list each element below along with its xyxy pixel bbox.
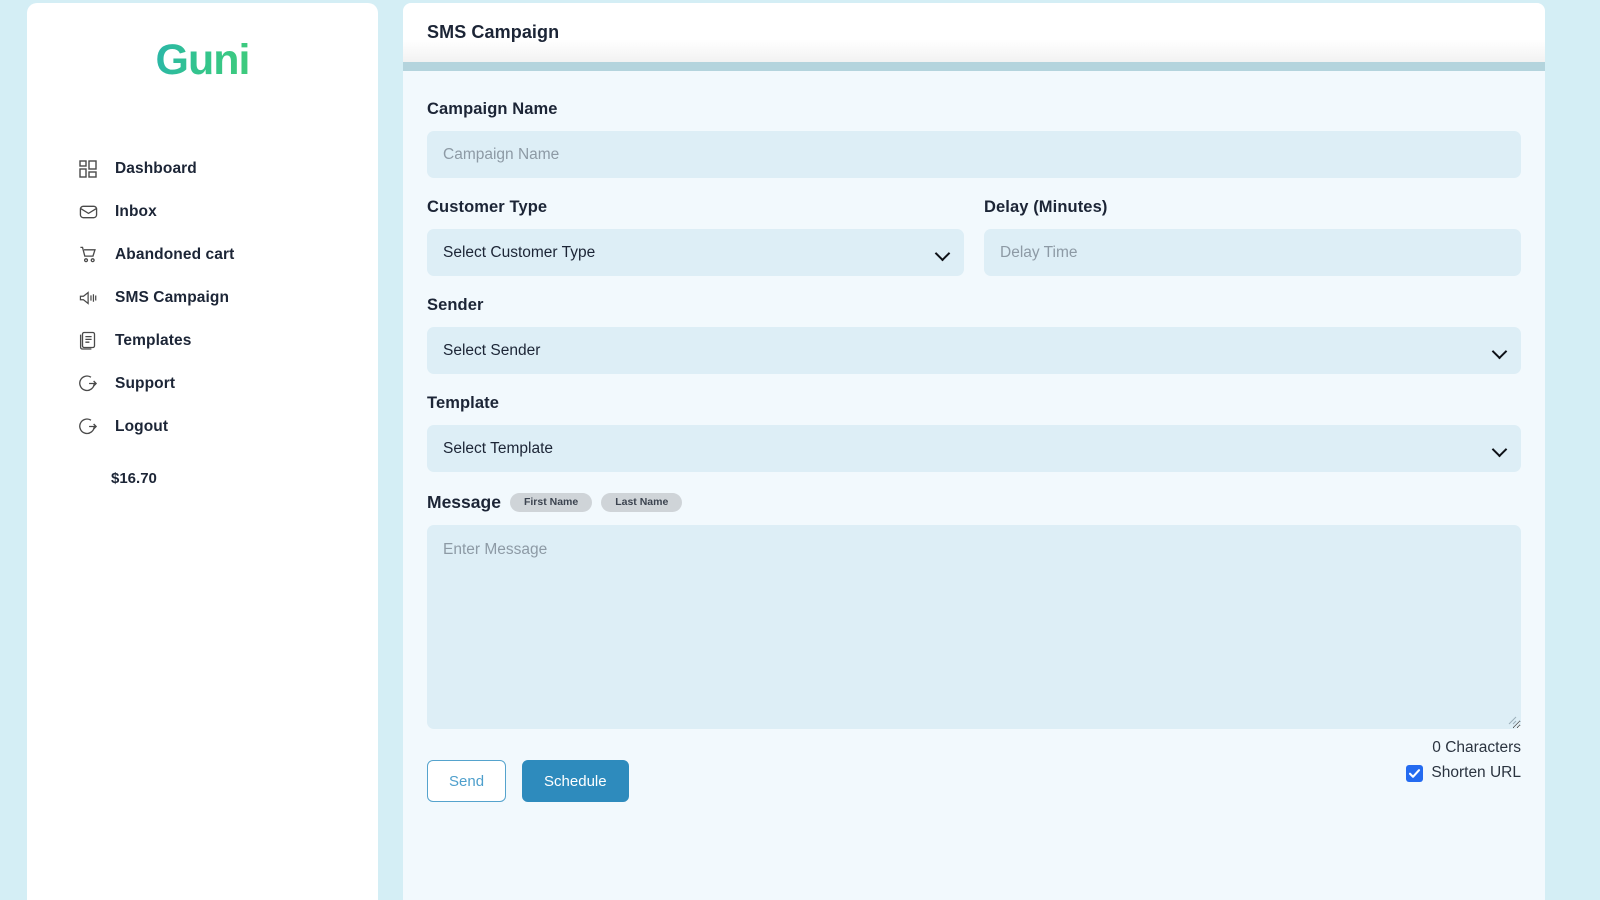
customer-type-delay-row: Customer Type Select Customer Type Delay… <box>427 198 1521 276</box>
account-balance: $16.70 <box>27 470 378 487</box>
sidebar-item-label: SMS Campaign <box>115 289 229 307</box>
delay-label: Delay (Minutes) <box>984 198 1521 217</box>
sidebar-item-sms-campaign[interactable]: SMS Campaign <box>27 276 378 319</box>
sidebar-item-logout[interactable]: Logout <box>27 405 378 448</box>
sidebar-item-templates[interactable]: Templates <box>27 319 378 362</box>
campaign-name-field: Campaign Name <box>427 100 1521 178</box>
document-icon <box>77 330 99 352</box>
customer-type-select[interactable]: Select Customer Type <box>427 229 964 276</box>
sidebar: Guni Dashboard Inb <box>27 3 378 900</box>
sms-campaign-form: Campaign Name Customer Type Select Custo… <box>403 71 1545 900</box>
sender-label: Sender <box>427 296 1521 315</box>
customer-type-select-wrap: Select Customer Type <box>427 229 964 276</box>
message-textarea[interactable] <box>427 525 1521 729</box>
sidebar-item-label: Inbox <box>115 203 157 221</box>
sidebar-item-label: Abandoned cart <box>115 246 234 264</box>
sender-field: Sender Select Sender <box>427 296 1521 374</box>
megaphone-icon <box>77 287 99 309</box>
app-root: Guni Dashboard Inb <box>0 0 1600 900</box>
message-field: Message First Name Last Name <box>427 492 1521 729</box>
sidebar-item-support[interactable]: Support <box>27 362 378 405</box>
header-divider <box>403 62 1545 71</box>
customer-type-field: Customer Type Select Customer Type <box>427 198 964 276</box>
sidebar-item-label: Logout <box>115 418 168 436</box>
main-panel: SMS Campaign Campaign Name Customer Type… <box>403 3 1545 900</box>
action-buttons: Send Schedule <box>427 760 629 802</box>
delay-field: Delay (Minutes) <box>984 198 1521 276</box>
shopping-cart-icon <box>77 244 99 266</box>
sidebar-item-label: Dashboard <box>115 160 197 178</box>
sidebar-item-abandoned-cart[interactable]: Abandoned cart <box>27 233 378 276</box>
campaign-name-label: Campaign Name <box>427 100 1521 119</box>
delay-input[interactable] <box>984 229 1521 276</box>
shorten-url-label: Shorten URL <box>1431 764 1521 782</box>
message-header: Message First Name Last Name <box>427 492 1521 513</box>
sender-select[interactable]: Select Sender <box>427 327 1521 374</box>
campaign-name-input[interactable] <box>427 131 1521 178</box>
token-last-name[interactable]: Last Name <box>601 493 682 512</box>
sidebar-item-label: Templates <box>115 332 191 350</box>
sidebar-nav: Dashboard Inbox Abando <box>27 147 378 448</box>
customer-type-label: Customer Type <box>427 198 964 217</box>
envelope-icon <box>77 201 99 223</box>
sidebar-item-dashboard[interactable]: Dashboard <box>27 147 378 190</box>
character-count: 0 Characters <box>1406 739 1521 757</box>
brand-logo[interactable]: Guni <box>27 3 378 121</box>
page-title: SMS Campaign <box>427 22 559 43</box>
template-select-wrap: Select Template <box>427 425 1521 472</box>
message-textarea-wrap <box>427 525 1521 729</box>
brand-logo-text: Guni <box>156 39 250 86</box>
dashboard-grid-icon <box>77 158 99 180</box>
page-header: SMS Campaign <box>403 3 1545 62</box>
logout-arrow-icon <box>77 373 99 395</box>
sender-select-wrap: Select Sender <box>427 327 1521 374</box>
sidebar-item-label: Support <box>115 375 175 393</box>
shorten-url-checkbox[interactable] <box>1406 765 1423 782</box>
sidebar-item-inbox[interactable]: Inbox <box>27 190 378 233</box>
schedule-button[interactable]: Schedule <box>522 760 629 802</box>
logout-arrow-icon <box>77 416 99 438</box>
form-footer: Send Schedule 0 Characters Shorten URL <box>427 738 1521 802</box>
template-select[interactable]: Select Template <box>427 425 1521 472</box>
template-field: Template Select Template <box>427 394 1521 472</box>
template-label: Template <box>427 394 1521 413</box>
send-button[interactable]: Send <box>427 760 506 802</box>
token-first-name[interactable]: First Name <box>510 493 592 512</box>
message-meta: 0 Characters Shorten URL <box>1406 738 1521 782</box>
message-label: Message <box>427 492 501 513</box>
shorten-url-row[interactable]: Shorten URL <box>1406 764 1521 782</box>
